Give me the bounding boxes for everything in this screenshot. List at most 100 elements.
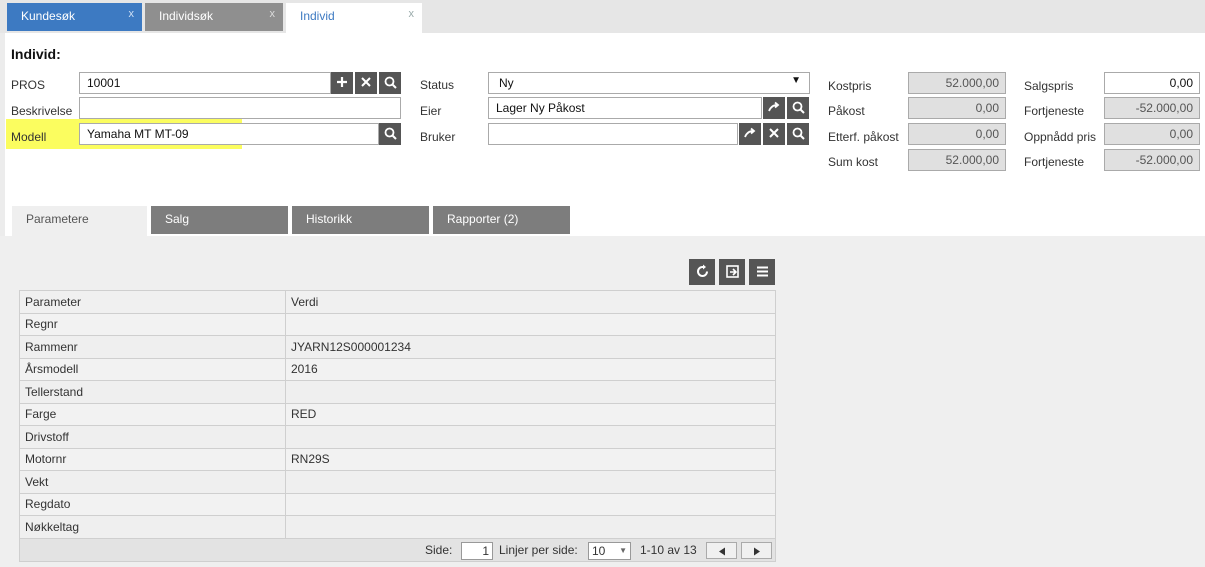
close-icon[interactable]: x	[409, 8, 415, 20]
fortjeneste-label: Fortjeneste	[1024, 104, 1085, 118]
pros-input[interactable]: 10001	[79, 72, 331, 94]
next-page-button[interactable]	[741, 542, 772, 559]
param-value[interactable]	[285, 380, 776, 404]
refresh-button[interactable]	[689, 259, 715, 285]
plus-icon	[337, 77, 347, 87]
bruker-search-button[interactable]	[787, 123, 809, 145]
modell-label: Modell	[11, 130, 47, 144]
param-name: Farge	[19, 402, 286, 426]
table-row[interactable]: Nøkkeltag	[19, 515, 776, 539]
close-icon	[769, 128, 779, 138]
param-value[interactable]	[285, 312, 776, 336]
bruker-clear-button[interactable]	[763, 123, 785, 145]
clear-button[interactable]	[355, 72, 377, 94]
beskrivelse-input[interactable]	[79, 97, 401, 119]
table-row[interactable]: Regnr	[19, 312, 776, 336]
export-button[interactable]	[719, 259, 745, 285]
table-row[interactable]: Tellerstand	[19, 380, 776, 404]
oppnadd-value: 0,00	[1104, 123, 1200, 145]
search-icon	[792, 127, 805, 140]
tab-individ[interactable]: Individ x	[286, 3, 422, 33]
pakost-label: Påkost	[828, 104, 865, 118]
param-value[interactable]: RED	[285, 402, 776, 426]
param-value[interactable]: RN29S	[285, 447, 776, 471]
param-value[interactable]	[285, 492, 776, 516]
tab-salg[interactable]: Salg	[151, 206, 288, 234]
kostpris-value: 52.000,00	[908, 72, 1006, 94]
page-range: 1-10 av 13	[640, 543, 697, 557]
param-name: Motornr	[19, 447, 286, 471]
table-row[interactable]: Farge RED	[19, 402, 776, 426]
fortjeneste2-value: -52.000,00	[1104, 149, 1200, 171]
add-button[interactable]	[331, 72, 353, 94]
close-icon	[361, 77, 371, 87]
column-header-verdi[interactable]: Verdi	[285, 290, 776, 314]
beskrivelse-label: Beskrivelse	[11, 104, 73, 118]
table-row[interactable]: Årsmodell 2016	[19, 357, 776, 381]
search-icon	[792, 101, 805, 114]
param-value[interactable]	[285, 515, 776, 539]
chevron-down-icon: ▼	[619, 546, 627, 555]
bruker-input[interactable]	[488, 123, 738, 145]
table-row[interactable]: Rammenr JYARN12S000001234	[19, 335, 776, 359]
param-value[interactable]: JYARN12S000001234	[285, 335, 776, 359]
eier-label: Eier	[420, 104, 442, 118]
tab-parametere[interactable]: Parametere	[12, 206, 147, 238]
per-page-value: 10	[592, 544, 606, 558]
param-value[interactable]	[285, 425, 776, 449]
salgspris-input[interactable]: 0,00	[1104, 72, 1200, 94]
search-icon	[384, 127, 397, 140]
hamburger-icon	[756, 266, 768, 277]
caret-right-icon	[753, 547, 760, 556]
table-row[interactable]: Regdato	[19, 492, 776, 516]
etterf-value: 0,00	[908, 123, 1006, 145]
export-icon	[725, 265, 739, 278]
page-input[interactable]: 1	[461, 542, 493, 560]
tab-rapporter[interactable]: Rapporter (2)	[433, 206, 570, 234]
arrow-right-icon	[743, 127, 755, 138]
pros-label: PROS	[11, 78, 46, 92]
tab-label: Individ	[300, 9, 335, 23]
param-name: Drivstoff	[19, 425, 286, 449]
oppnadd-label: Oppnådd pris	[1024, 130, 1097, 144]
eier-input[interactable]: Lager Ny Påkost	[488, 97, 762, 119]
table-row[interactable]: Vekt	[19, 470, 776, 494]
prev-page-button[interactable]	[706, 542, 737, 559]
param-name: Regdato	[19, 492, 286, 516]
caret-left-icon	[718, 547, 725, 556]
modell-search-button[interactable]	[379, 123, 401, 145]
modell-input[interactable]: Yamaha MT MT-09	[79, 123, 379, 145]
param-name: Regnr	[19, 312, 286, 336]
side-label: Side:	[425, 543, 453, 557]
tab-individsok[interactable]: Individsøk x	[145, 3, 283, 31]
pager: Side: 1 Linjer per side: 10 ▼ 1-10 av 13	[19, 538, 776, 562]
table-row[interactable]: Drivstoff	[19, 425, 776, 449]
per-page-label: Linjer per side:	[499, 543, 578, 557]
search-button[interactable]	[379, 72, 401, 94]
eier-search-button[interactable]	[787, 97, 809, 119]
close-icon[interactable]: x	[129, 8, 135, 20]
bruker-label: Bruker	[420, 130, 456, 144]
status-select[interactable]: Ny ▼	[488, 72, 810, 94]
arrow-right-icon	[767, 101, 779, 112]
sumkost-value: 52.000,00	[908, 149, 1006, 171]
menu-button[interactable]	[749, 259, 775, 285]
tab-historikk[interactable]: Historikk	[292, 206, 429, 234]
param-name: Tellerstand	[19, 380, 286, 404]
status-value: Ny	[499, 76, 514, 90]
refresh-icon	[696, 264, 708, 277]
page-title: Individ:	[11, 46, 61, 62]
param-name: Nøkkeltag	[19, 515, 286, 539]
eier-goto-button[interactable]	[763, 97, 785, 119]
bruker-goto-button[interactable]	[739, 123, 761, 145]
sumkost-label: Sum kost	[828, 155, 879, 169]
param-value[interactable]: 2016	[285, 357, 776, 381]
per-page-select[interactable]: 10 ▼	[588, 542, 631, 560]
table-row[interactable]: Motornr RN29S	[19, 447, 776, 471]
param-name: Rammenr	[19, 335, 286, 359]
pakost-value: 0,00	[908, 97, 1006, 119]
close-icon[interactable]: x	[270, 8, 276, 20]
column-header-parameter[interactable]: Parameter	[19, 290, 286, 314]
param-value[interactable]	[285, 470, 776, 494]
tab-kundesok[interactable]: Kundesøk x	[7, 3, 142, 31]
